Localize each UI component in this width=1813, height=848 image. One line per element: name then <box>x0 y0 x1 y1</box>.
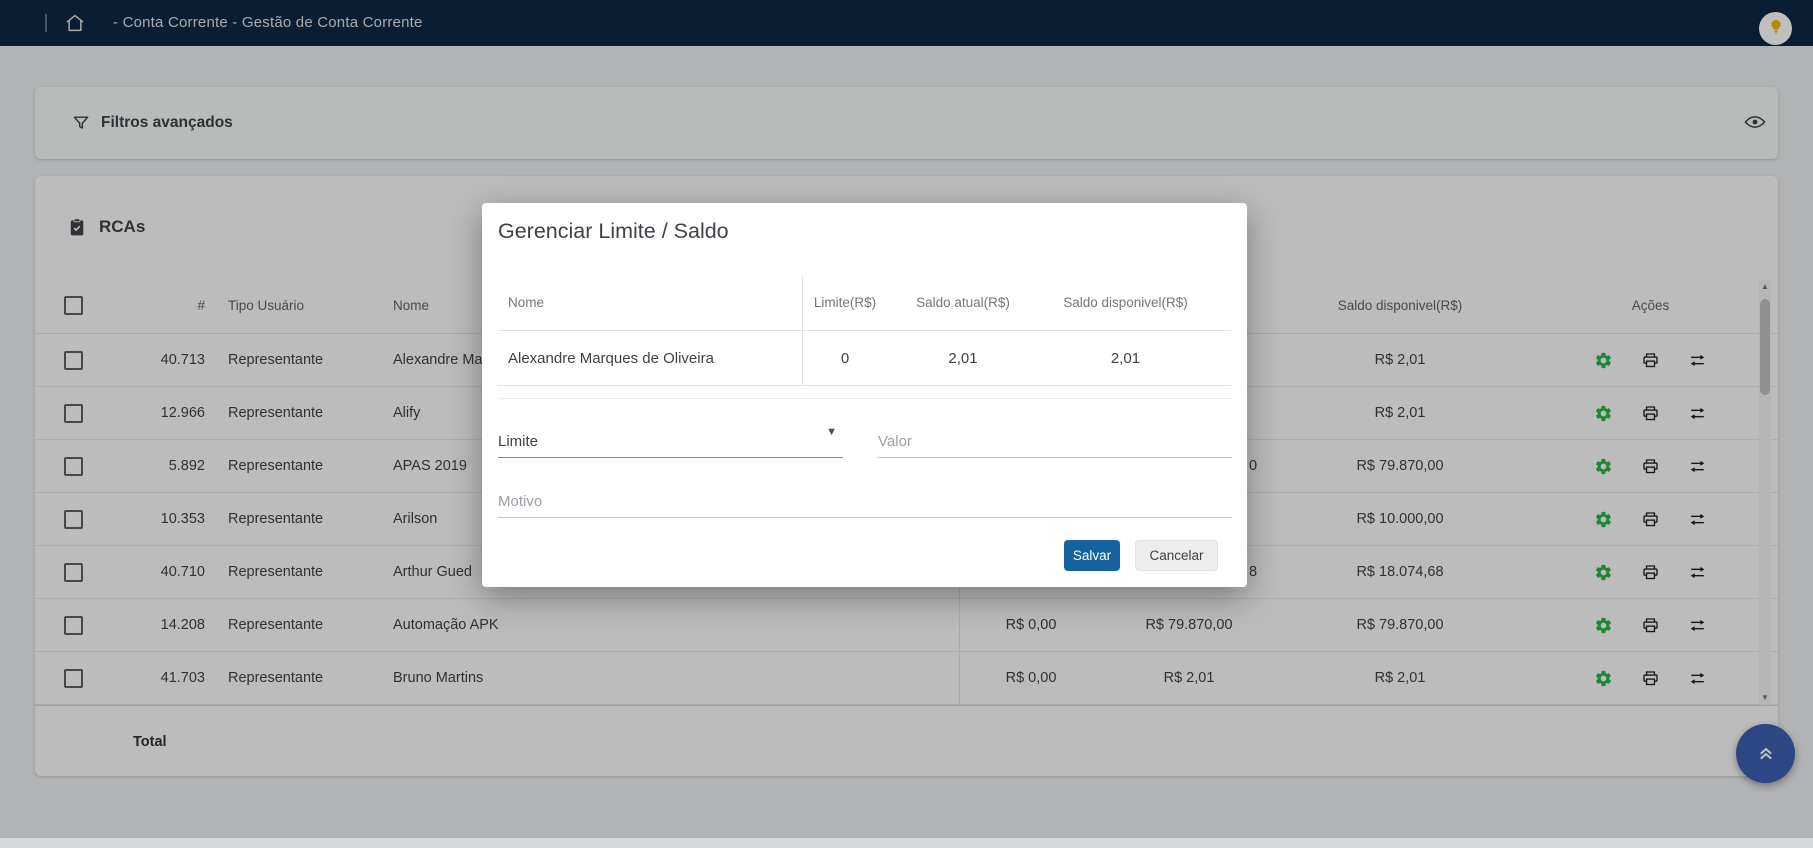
modal-cell-saldo-disponivel: 2,01 <box>1038 350 1213 367</box>
chevron-down-icon: ▼ <box>826 426 837 438</box>
modal-col-nome: Nome <box>498 295 802 310</box>
modal-table-spacer <box>498 386 1231 399</box>
modal-buttons: Salvar Cancelar <box>1064 540 1218 571</box>
manage-limit-modal: Gerenciar Limite / Saldo Nome Limite(R$)… <box>482 203 1247 587</box>
modal-col-limite: Limite(R$) <box>802 295 888 310</box>
valor-field-wrap <box>878 410 1232 458</box>
modal-col-saldo-atual: Saldo atual(R$) <box>888 295 1038 310</box>
modal-col-saldo-disponivel: Saldo disponivel(R$) <box>1038 295 1213 310</box>
limite-select-label: Limite <box>498 433 538 457</box>
limite-select[interactable]: Limite ▼ <box>498 410 843 458</box>
cancel-button[interactable]: Cancelar <box>1135 540 1218 571</box>
motivo-input[interactable] <box>498 493 1232 517</box>
modal-column-divider <box>802 275 803 386</box>
screen: - Conta Corrente - Gestão de Conta Corre… <box>0 0 1813 848</box>
modal-cell-limite: 0 <box>802 350 888 367</box>
motivo-field-wrap <box>498 472 1232 518</box>
modal-title: Gerenciar Limite / Saldo <box>498 219 729 244</box>
modal-cell-saldo-atual: 2,01 <box>888 350 1038 367</box>
horizontal-scrollbar[interactable] <box>0 838 1813 848</box>
modal-table-row: Alexandre Marques de Oliveira 0 2,01 2,0… <box>498 331 1231 386</box>
modal-cell-nome: Alexandre Marques de Oliveira <box>498 350 802 367</box>
save-button[interactable]: Salvar <box>1064 540 1120 571</box>
modal-table-header: Nome Limite(R$) Saldo atual(R$) Saldo di… <box>498 275 1231 331</box>
modal-table: Nome Limite(R$) Saldo atual(R$) Saldo di… <box>498 275 1231 399</box>
valor-input[interactable] <box>878 433 1232 457</box>
